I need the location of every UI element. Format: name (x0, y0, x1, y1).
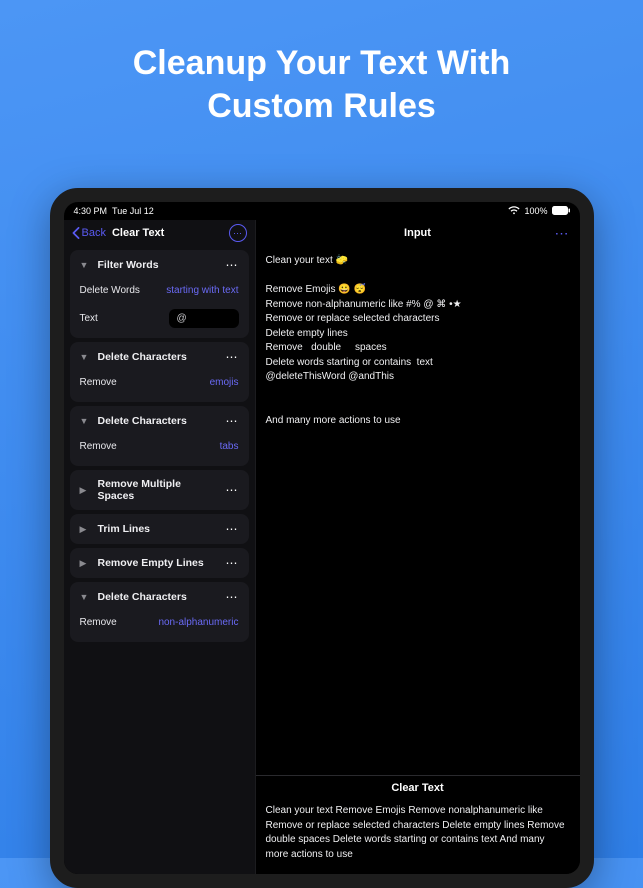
status-bar: 4:30 PM Tue Jul 12 100% (64, 202, 580, 220)
rule-card-more-button[interactable]: ⋯ (226, 258, 239, 272)
rule-card-header[interactable]: ▼ Delete Characters ⋯ (70, 406, 249, 436)
rule-row: Remove non-alphanumeric (80, 612, 239, 632)
sidebar-nav: Back Clear Text ⋯ (64, 220, 255, 246)
rule-card: ▶ Remove Empty Lines ⋯ (70, 548, 249, 578)
rule-value-link[interactable]: tabs (220, 441, 239, 452)
rule-row-label: Text (80, 313, 98, 324)
wifi-icon (508, 206, 520, 217)
rule-row: Remove tabs (80, 436, 239, 456)
sidebar-title: Clear Text (112, 227, 223, 239)
rule-card-header[interactable]: ▶ Remove Empty Lines ⋯ (70, 548, 249, 578)
input-header: Input ⋯ (256, 220, 580, 246)
hero-line-1: Cleanup Your Text With (40, 42, 603, 85)
rule-value-link[interactable]: starting with text (166, 285, 238, 296)
rule-row-label: Remove (80, 377, 117, 388)
rule-row: Delete Words starting with text (80, 280, 239, 300)
rule-card: ▼ Delete Characters ⋯ Remove emojis (70, 342, 249, 402)
input-more-button[interactable]: ⋯ (555, 225, 570, 242)
rule-card: ▼ Filter Words ⋯ Delete Words starting with … (70, 250, 249, 338)
hero-title: Cleanup Your Text With Custom Rules (0, 0, 643, 157)
rule-row-label: Remove (80, 441, 117, 452)
chevron-down-icon: ▼ (80, 352, 90, 362)
rule-card-body: Remove emojis (70, 372, 249, 402)
rule-row: Remove emojis (80, 372, 239, 392)
rule-value-link[interactable]: emojis (210, 377, 239, 388)
chevron-down-icon: ▼ (80, 416, 90, 426)
chevron-right-icon: ▶ (80, 485, 90, 496)
rule-card-title: Trim Lines (98, 523, 218, 535)
chevron-right-icon: ▶ (80, 558, 90, 569)
back-button[interactable]: Back (72, 227, 106, 239)
hero-line-2: Custom Rules (40, 85, 603, 128)
rule-card-header[interactable]: ▼ Delete Characters ⋯ (70, 342, 249, 372)
rule-row-label: Remove (80, 617, 117, 628)
rule-card: ▶ Remove Multiple Spaces ⋯ (70, 470, 249, 510)
rules-sidebar: Back Clear Text ⋯ ▼ Filter Words ⋯ Delete W… (64, 220, 256, 874)
rule-card-header[interactable]: ▼ Delete Characters ⋯ (70, 582, 249, 612)
chevron-down-icon: ▼ (80, 260, 90, 270)
chevron-down-icon: ▼ (80, 592, 90, 602)
rule-row-label: Delete Words (80, 285, 140, 296)
status-time: 4:30 PM Tue Jul 12 (74, 206, 154, 216)
rule-card-title: Delete Characters (98, 351, 218, 363)
rule-card-body: Remove non-alphanumeric (70, 612, 249, 642)
battery-icon (552, 206, 570, 217)
battery-percent: 100% (524, 206, 547, 216)
tablet-frame: 4:30 PM Tue Jul 12 100% Back (50, 188, 594, 888)
rule-card-more-button[interactable]: ⋯ (226, 483, 239, 497)
rule-card-more-button[interactable]: ⋯ (226, 414, 239, 428)
rule-text-input[interactable]: @ (169, 309, 239, 328)
rule-card-title: Filter Words (98, 259, 218, 271)
rule-card-header[interactable]: ▼ Filter Words ⋯ (70, 250, 249, 280)
output-title: Clear Text (256, 775, 580, 798)
rule-card-body: Delete Words starting with text Text @ (70, 280, 249, 338)
rule-card: ▼ Delete Characters ⋯ Remove tabs (70, 406, 249, 466)
rule-value-link[interactable]: non-alphanumeric (158, 617, 238, 628)
rule-card-more-button[interactable]: ⋯ (226, 556, 239, 570)
rule-card: ▶ Trim Lines ⋯ (70, 514, 249, 544)
rule-card-header[interactable]: ▶ Remove Multiple Spaces ⋯ (70, 470, 249, 510)
input-text-area[interactable]: Clean your text 🧽 Remove Emojis 😀 😴 Remo… (256, 246, 580, 436)
rule-card-title: Delete Characters (98, 591, 218, 603)
rule-card-more-button[interactable]: ⋯ (226, 590, 239, 604)
rule-card-header[interactable]: ▶ Trim Lines ⋯ (70, 514, 249, 544)
rule-card-title: Remove Empty Lines (98, 557, 218, 569)
chevron-right-icon: ▶ (80, 524, 90, 535)
rule-card-more-button[interactable]: ⋯ (226, 350, 239, 364)
more-options-button[interactable]: ⋯ (229, 224, 247, 242)
rule-row: Text @ (80, 308, 239, 328)
rule-card-more-button[interactable]: ⋯ (226, 522, 239, 536)
output-text-area: Clean your text Remove Emojis Remove non… (256, 798, 580, 874)
rule-card-title: Delete Characters (98, 415, 218, 427)
screen: 4:30 PM Tue Jul 12 100% Back (64, 202, 580, 874)
rule-card-title: Remove Multiple Spaces (98, 478, 218, 502)
rule-card-body: Remove tabs (70, 436, 249, 466)
input-title: Input (404, 227, 431, 239)
rule-card: ▼ Delete Characters ⋯ Remove non-alphanumeri… (70, 582, 249, 642)
main-panel: Input ⋯ Clean your text 🧽 Remove Emojis … (256, 220, 580, 874)
